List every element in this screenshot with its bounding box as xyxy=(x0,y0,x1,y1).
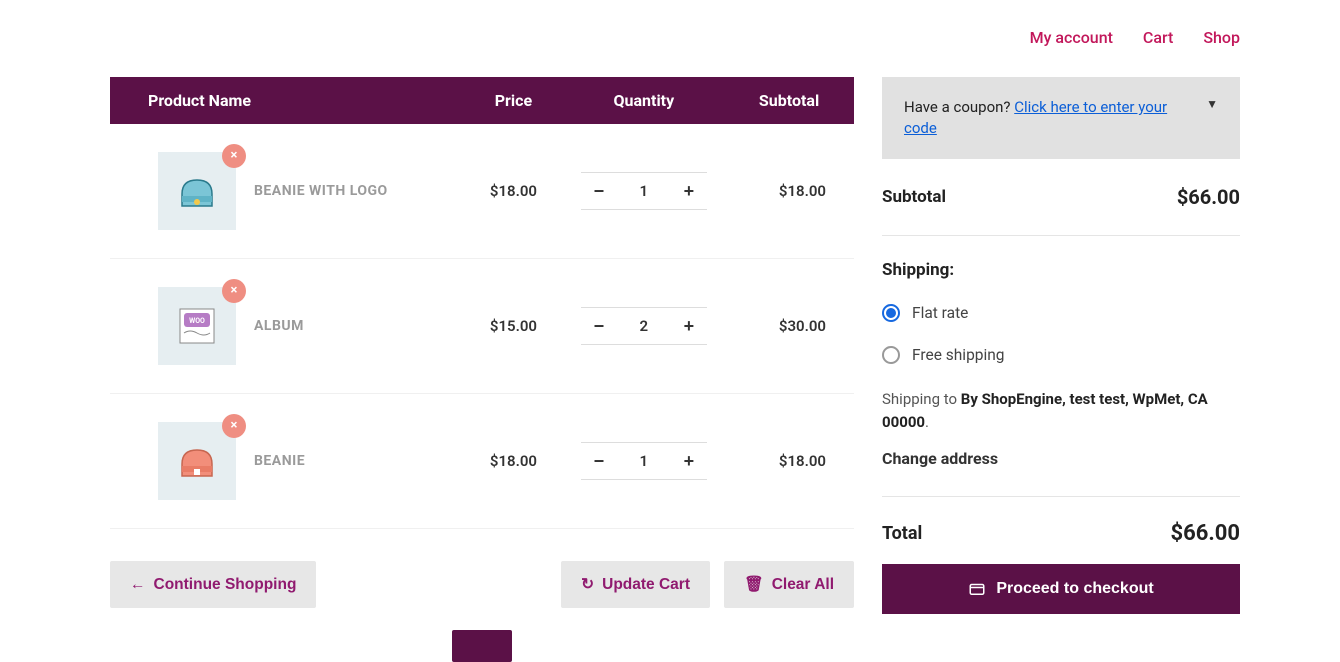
update-cart-button[interactable]: ↻ Update Cart xyxy=(561,561,710,608)
clear-all-button[interactable]: 🗑 Clear All xyxy=(724,561,854,608)
checkout-label: Proceed to checkout xyxy=(996,580,1153,598)
coupon-prompt: Have a coupon? xyxy=(904,98,1014,116)
nav-cart[interactable]: Cart xyxy=(1143,28,1173,47)
qty-increase-button[interactable]: + xyxy=(671,308,707,344)
total-label: Total xyxy=(882,523,922,544)
qty-value: 1 xyxy=(617,182,671,200)
continue-shopping-label: Continue Shopping xyxy=(154,576,297,594)
refresh-icon: ↻ xyxy=(581,575,594,594)
product-price: $15.00 xyxy=(473,259,553,394)
total-row: Total $66.00 xyxy=(882,497,1240,564)
quantity-stepper: − 1 + xyxy=(581,172,707,210)
shipping-option-flat-rate[interactable]: Flat rate xyxy=(882,304,1240,322)
cart-column: Product Name Price Quantity Subtotal × xyxy=(110,77,854,662)
col-price: Price xyxy=(473,77,553,124)
shipping-block: Shipping Flat rate Free shipping Shippin… xyxy=(882,236,1240,497)
product-price: $18.00 xyxy=(473,124,553,259)
clear-all-label: Clear All xyxy=(772,576,834,594)
product-name[interactable]: BEANIE xyxy=(254,453,305,469)
radio-icon xyxy=(882,304,900,322)
shipping-option-label: Free shipping xyxy=(912,346,1005,364)
qty-increase-button[interactable]: + xyxy=(671,443,707,479)
qty-value: 1 xyxy=(617,452,671,470)
card-icon xyxy=(968,580,986,598)
table-row: × WOO ALBUM $15.00 − 2 xyxy=(110,259,854,394)
shipping-to-text: Shipping to By ShopEngine, test test, Wp… xyxy=(882,388,1240,433)
qty-decrease-button[interactable]: − xyxy=(581,308,617,344)
nav-my-account[interactable]: My account xyxy=(1030,28,1113,47)
trash-icon: 🗑 xyxy=(744,575,764,594)
product-price: $18.00 xyxy=(473,394,553,529)
svg-text:WOO: WOO xyxy=(189,317,205,325)
cart-actions: ← Continue Shopping ↻ Update Cart 🗑 Clea… xyxy=(110,561,854,608)
product-subtotal: $18.00 xyxy=(734,394,854,529)
total-value: $66.00 xyxy=(1171,521,1241,546)
update-cart-label: Update Cart xyxy=(602,576,690,594)
arrow-left-icon: ← xyxy=(130,576,146,594)
cart-table: Product Name Price Quantity Subtotal × xyxy=(110,77,854,529)
radio-icon xyxy=(882,346,900,364)
remove-item-button[interactable]: × xyxy=(222,279,246,303)
overflow-dark-button[interactable] xyxy=(452,630,512,662)
continue-shopping-button[interactable]: ← Continue Shopping xyxy=(110,561,316,608)
remove-item-button[interactable]: × xyxy=(222,414,246,438)
coupon-box[interactable]: Have a coupon? Click here to enter your … xyxy=(882,77,1240,159)
subtotal-label: Subtotal xyxy=(882,187,946,207)
shipping-heading: Shipping xyxy=(882,260,1240,280)
col-subtotal: Subtotal xyxy=(734,77,854,124)
qty-decrease-button[interactable]: − xyxy=(581,173,617,209)
chevron-down-icon: ▼ xyxy=(1206,97,1218,111)
qty-increase-button[interactable]: + xyxy=(671,173,707,209)
subtotal-row: Subtotal $66.00 xyxy=(882,159,1240,236)
table-row: × BEANIE WITH LOGO $18.00 − 1 xyxy=(110,124,854,259)
change-address-link[interactable]: Change address xyxy=(882,449,1240,468)
qty-decrease-button[interactable]: − xyxy=(581,443,617,479)
table-row: × BEANIE $18.00 − 1 xyxy=(110,394,854,529)
qty-value: 2 xyxy=(617,317,671,335)
proceed-to-checkout-button[interactable]: Proceed to checkout xyxy=(882,564,1240,614)
subtotal-value: $66.00 xyxy=(1177,185,1240,209)
order-summary: Have a coupon? Click here to enter your … xyxy=(882,77,1240,662)
product-name[interactable]: ALBUM xyxy=(254,318,304,334)
col-quantity: Quantity xyxy=(554,77,735,124)
quantity-stepper: − 1 + xyxy=(581,442,707,480)
top-nav: My account Cart Shop xyxy=(110,0,1240,57)
remove-item-button[interactable]: × xyxy=(222,144,246,168)
col-product-name: Product Name xyxy=(110,77,473,124)
product-name[interactable]: BEANIE WITH LOGO xyxy=(254,183,388,199)
shipping-option-free[interactable]: Free shipping xyxy=(882,346,1240,364)
quantity-stepper: − 2 + xyxy=(581,307,707,345)
shipping-option-label: Flat rate xyxy=(912,304,968,322)
product-subtotal: $18.00 xyxy=(734,124,854,259)
product-subtotal: $30.00 xyxy=(734,259,854,394)
nav-shop[interactable]: Shop xyxy=(1203,28,1240,47)
